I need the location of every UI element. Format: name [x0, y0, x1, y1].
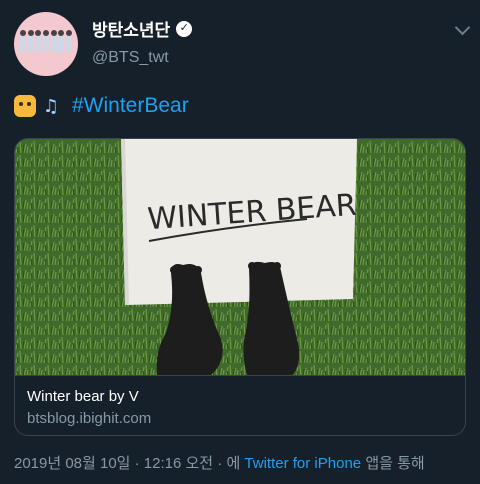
- avatar-group-photo: [20, 30, 72, 52]
- music-note-emoji-icon: ♫: [42, 95, 60, 117]
- tweet-header: 방탄소년단 ✓ @BTS_twt: [14, 12, 471, 76]
- tweet-source-link[interactable]: Twitter for iPhone: [244, 455, 361, 472]
- hashtag-link[interactable]: #WinterBear: [72, 94, 189, 118]
- card-info[interactable]: Winter bear by V btsblog.ibighit.com: [15, 375, 465, 435]
- avatar[interactable]: [14, 12, 78, 76]
- tweet-source-suffix: 앱을 통해: [365, 455, 425, 472]
- author-name-text: 방탄소년단: [92, 21, 171, 40]
- card-title: Winter bear by V: [27, 388, 139, 405]
- author-display-name[interactable]: 방탄소년단 ✓: [92, 16, 193, 41]
- tweet-text: ♫ #WinterBear: [14, 94, 189, 118]
- author-block[interactable]: 방탄소년단 ✓ @BTS_twt: [92, 16, 193, 67]
- tiger-face-emoji-icon: [14, 95, 36, 117]
- card-image[interactable]: WINTER BEAR: [15, 139, 465, 375]
- author-handle[interactable]: @BTS_twt: [92, 49, 192, 67]
- card-domain: btsblog.ibighit.com: [27, 410, 152, 427]
- link-card[interactable]: WINTER BEAR Winter bear by V btsblog.ibi…: [14, 138, 466, 436]
- chevron-down-icon[interactable]: [454, 19, 471, 36]
- tweet-timestamp[interactable]: 2019년 08월 10일 · 12:16 오전 · 에: [14, 455, 240, 472]
- verified-badge-icon: ✓: [176, 20, 193, 37]
- tweet-meta: 2019년 08월 10일 · 12:16 오전 · 에 Twitter for…: [14, 452, 425, 473]
